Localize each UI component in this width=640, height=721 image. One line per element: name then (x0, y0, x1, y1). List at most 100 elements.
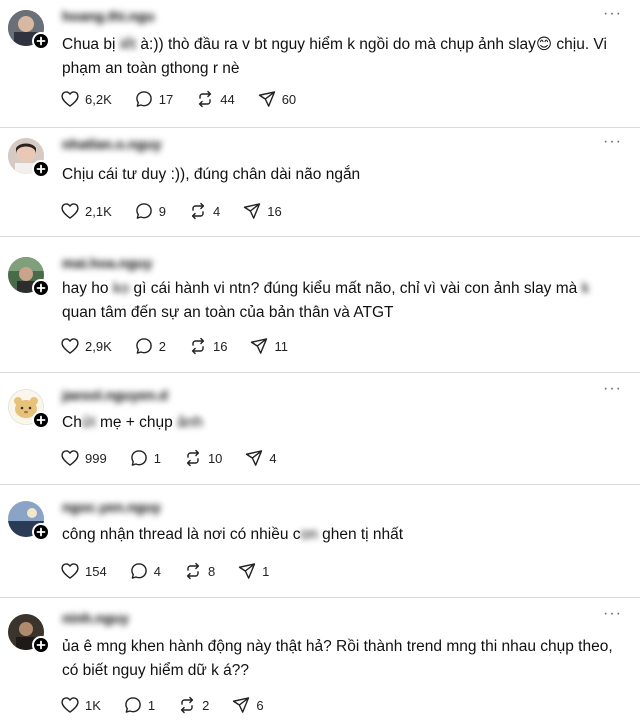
avatar[interactable] (8, 10, 50, 50)
more-options-icon[interactable]: ··· (603, 134, 622, 150)
thread-post: nhatlan.o.nguy ··· Chịu cái tư duy :)), … (0, 128, 640, 237)
reply-count: 1 (147, 697, 156, 713)
repost-button[interactable]: 16 (188, 336, 227, 356)
post-text: Chửi mẹ + chụp ảnh (62, 414, 203, 431)
heart-icon (60, 561, 80, 581)
like-count: 1K (85, 697, 101, 713)
username[interactable]: nhatlan.o.nguy (62, 136, 202, 156)
share-button[interactable]: 4 (244, 448, 277, 468)
username[interactable]: ngoc.yen.nguy (62, 499, 182, 519)
more-options-icon[interactable]: ··· (603, 606, 622, 622)
share-button[interactable]: 60 (257, 89, 296, 109)
share-count: 16 (267, 203, 282, 219)
username[interactable]: jaesol.nguyen.d (62, 387, 232, 407)
share-button[interactable]: 16 (242, 201, 282, 221)
more-options-icon[interactable]: ··· (603, 6, 622, 22)
avatar[interactable] (8, 501, 50, 541)
repost-count: 44 (220, 91, 235, 107)
repost-button[interactable]: 8 (183, 561, 215, 581)
share-icon (244, 448, 264, 468)
post-text: công nhận thread là nơi có nhiều con ghe… (62, 526, 404, 543)
like-count: 6,2K (85, 91, 112, 107)
comment-icon (134, 201, 154, 221)
reply-button[interactable]: 17 (134, 89, 173, 109)
follow-plus-icon[interactable] (32, 636, 50, 654)
repost-count: 10 (207, 450, 223, 466)
share-icon (237, 561, 257, 581)
heart-icon (60, 448, 80, 468)
avatar[interactable] (8, 138, 50, 178)
repost-count: 8 (207, 563, 216, 579)
like-button[interactable]: 999 (60, 448, 107, 468)
share-count: 1 (262, 563, 270, 579)
thread-post: ngoc.yen.nguy công nhận thread là nơi có… (0, 485, 640, 598)
reply-count: 9 (158, 203, 166, 219)
post-text: Chịu cái tư duy :)), đúng chân dài não n… (62, 166, 361, 183)
share-count: 11 (274, 338, 288, 354)
post-text: hay ho ko gì cái hành vi ntn? đúng kiểu … (62, 280, 590, 321)
like-button[interactable]: 6,2K (60, 89, 112, 109)
follow-plus-icon[interactable] (32, 279, 50, 297)
repost-icon (177, 695, 197, 715)
avatar[interactable] (8, 614, 50, 654)
repost-button[interactable]: 4 (188, 201, 220, 221)
thread-post: mai.hoa.nguy hay ho ko gì cái hành vi nt… (0, 237, 640, 373)
like-count: 154 (85, 563, 107, 579)
repost-button[interactable]: 44 (195, 89, 235, 109)
comment-icon (123, 695, 143, 715)
username[interactable]: hoang.thi.ngu (62, 8, 202, 28)
like-count: 2,9K (85, 338, 112, 354)
comment-icon (129, 448, 149, 468)
follow-plus-icon[interactable] (32, 411, 50, 429)
share-icon (257, 89, 277, 109)
post-text: Chua bị iết à:)) thò đầu ra v bt nguy hi… (62, 36, 607, 77)
thread-post: hoang.thi.ngu ··· Chua bị iết à:)) thò đ… (0, 0, 640, 128)
share-count: 60 (281, 91, 297, 107)
username[interactable]: ninh.nguy (62, 610, 167, 630)
repost-button[interactable]: 2 (177, 695, 209, 715)
repost-icon (195, 89, 215, 109)
comment-icon (134, 336, 154, 356)
reply-count: 17 (158, 91, 174, 107)
share-icon (231, 695, 251, 715)
share-button[interactable]: 11 (249, 336, 288, 356)
more-options-icon[interactable]: ··· (603, 381, 622, 397)
comment-icon (134, 89, 154, 109)
share-button[interactable]: 6 (231, 695, 264, 715)
reply-count: 1 (153, 450, 161, 466)
username[interactable]: mai.hoa.nguy (62, 255, 202, 275)
follow-plus-icon[interactable] (32, 160, 50, 178)
share-icon (249, 336, 269, 356)
heart-icon (60, 336, 80, 356)
repost-icon (188, 336, 208, 356)
repost-button[interactable]: 10 (183, 448, 222, 468)
reply-button[interactable]: 9 (134, 201, 166, 221)
thread-post: ninh.nguy ··· ủa ê mng khen hành động nà… (0, 598, 640, 721)
reply-count: 4 (153, 563, 161, 579)
repost-icon (183, 561, 203, 581)
smiling-emoji-icon: 😊 (535, 36, 553, 53)
reply-button[interactable]: 2 (134, 336, 166, 356)
like-button[interactable]: 1K (60, 695, 101, 715)
heart-icon (60, 695, 80, 715)
reply-button[interactable]: 4 (129, 561, 161, 581)
share-count: 6 (256, 697, 264, 713)
share-button[interactable]: 1 (237, 561, 269, 581)
avatar[interactable] (8, 257, 50, 297)
heart-icon (60, 89, 80, 109)
reply-button[interactable]: 1 (129, 448, 161, 468)
like-button[interactable]: 154 (60, 561, 107, 581)
avatar[interactable] (8, 389, 50, 429)
repost-count: 16 (212, 338, 228, 354)
like-button[interactable]: 2,9K (60, 336, 112, 356)
like-count: 999 (85, 450, 107, 466)
reply-count: 2 (158, 338, 166, 354)
follow-plus-icon[interactable] (32, 523, 50, 541)
follow-plus-icon[interactable] (32, 32, 50, 50)
post-text: ủa ê mng khen hành động này thật hả? Rồi… (62, 638, 613, 679)
repost-count: 4 (212, 203, 221, 219)
like-count: 2,1K (85, 203, 112, 219)
like-button[interactable]: 2,1K (60, 201, 112, 221)
comment-icon (129, 561, 149, 581)
reply-button[interactable]: 1 (123, 695, 155, 715)
